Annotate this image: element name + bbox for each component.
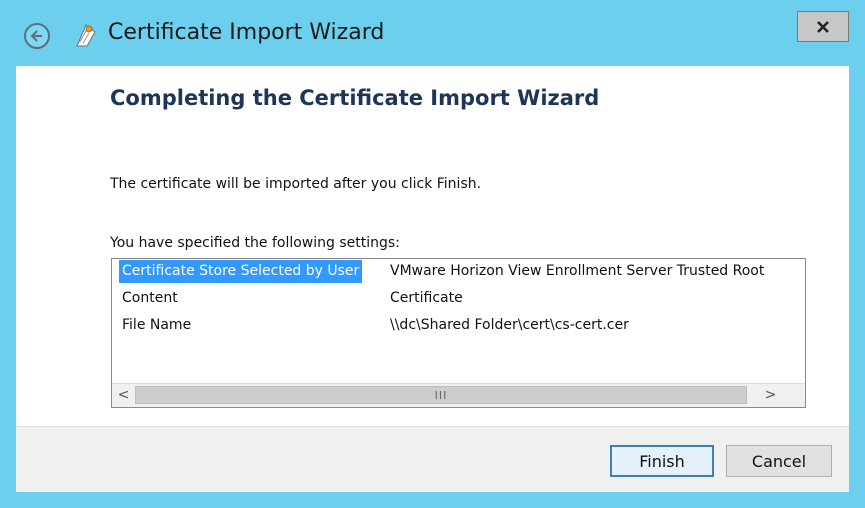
back-button[interactable] (24, 23, 50, 49)
setting-value: Certificate (390, 290, 463, 306)
wizard-content: Completing the Certificate Import Wizard… (16, 66, 849, 426)
setting-name: File Name (122, 317, 192, 333)
horizontal-scrollbar[interactable]: < III > (112, 383, 805, 407)
page-heading: Completing the Certificate Import Wizard (110, 86, 600, 110)
close-button[interactable] (797, 11, 849, 42)
setting-name: Content (122, 290, 178, 306)
scroll-left-icon[interactable]: < (113, 385, 134, 405)
cancel-button[interactable]: Cancel (726, 445, 832, 477)
settings-list[interactable]: Certificate Store Selected by User VMwar… (111, 258, 806, 408)
wizard-footer: Finish Cancel (16, 426, 849, 492)
certificate-icon (74, 22, 98, 48)
list-item[interactable]: Certificate Store Selected by User VMwar… (112, 259, 805, 283)
list-item[interactable]: Content Certificate (112, 286, 805, 310)
grip-icon: III (434, 388, 448, 402)
close-icon (817, 20, 829, 33)
setting-value: \\dc\Shared Folder\cert\cs-cert.cer (390, 317, 629, 333)
setting-value: VMware Horizon View Enrollment Server Tr… (390, 263, 765, 279)
window-title: Certificate Import Wizard (108, 20, 385, 45)
list-item[interactable]: File Name \\dc\Shared Folder\cert\cs-cer… (112, 313, 805, 337)
settings-label: You have specified the following setting… (110, 235, 400, 251)
scrollbar-thumb[interactable]: III (135, 386, 747, 404)
scroll-right-icon[interactable]: > (760, 385, 781, 405)
title-bar: Certificate Import Wizard (0, 0, 865, 66)
intro-text: The certificate will be imported after y… (110, 176, 482, 192)
finish-button[interactable]: Finish (610, 445, 714, 477)
back-arrow-icon (30, 30, 42, 42)
setting-name: Certificate Store Selected by User (119, 260, 363, 283)
